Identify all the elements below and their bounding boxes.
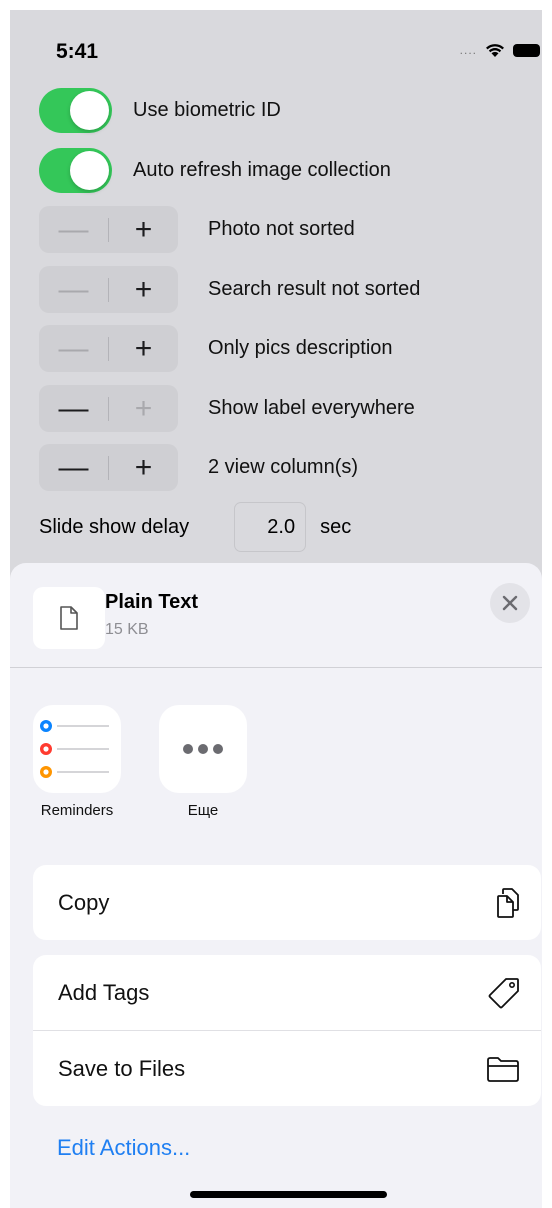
stepper-plus-button[interactable]: + <box>109 444 178 491</box>
tag-icon <box>488 977 519 1008</box>
header-divider <box>10 667 542 668</box>
edit-actions-link[interactable]: Edit Actions... <box>57 1135 190 1161</box>
pics-description-label: Only pics description <box>208 337 393 359</box>
view-columns-stepper: — + <box>39 444 178 491</box>
stepper-minus-button[interactable]: — <box>39 444 108 491</box>
status-icons: .... <box>460 42 540 58</box>
toggle-row-auto-refresh: Auto refresh image collection <box>39 148 391 193</box>
search-sort-stepper: — + <box>39 266 178 313</box>
stepper-row-view-columns: — + 2 view column(s) <box>39 444 358 491</box>
biometric-toggle[interactable] <box>39 88 112 133</box>
close-icon <box>502 595 518 611</box>
more-apps-label: Еще <box>187 802 219 819</box>
stepper-row-search-sort: — + Search result not sorted <box>39 266 420 313</box>
wifi-icon <box>486 44 504 57</box>
slide-show-row: Slide show delay 2.0 sec <box>39 502 351 552</box>
screen: 5:41 .... Use biometric ID Auto refresh … <box>10 10 542 1208</box>
stepper-row-pics-description: — + Only pics description <box>39 325 393 372</box>
slide-show-label: Slide show delay <box>39 515 190 538</box>
reminders-icon <box>40 720 109 778</box>
stepper-row-photo-sort: — + Photo not sorted <box>39 206 355 253</box>
show-label-stepper: — + <box>39 385 178 432</box>
slide-show-delay-input[interactable]: 2.0 <box>234 502 307 552</box>
save-to-files-action[interactable]: Save to Files <box>33 1030 541 1106</box>
copy-icon <box>497 887 519 918</box>
search-sort-label: Search result not sorted <box>208 278 421 300</box>
stepper-row-show-label: — + Show label everywhere <box>39 385 415 432</box>
stepper-minus-button[interactable]: — <box>39 385 108 432</box>
action-group-files: Add Tags Save to Files <box>33 955 541 1106</box>
copy-label: Copy <box>58 889 110 915</box>
auto-refresh-label: Auto refresh image collection <box>133 159 391 181</box>
close-button[interactable] <box>490 583 530 623</box>
view-columns-label: 2 view column(s) <box>208 456 359 478</box>
photo-sort-stepper: — + <box>39 206 178 253</box>
file-size: 15 KB <box>105 621 149 638</box>
toggle-knob <box>70 91 109 130</box>
more-apps-button[interactable] <box>159 705 247 793</box>
biometric-label: Use biometric ID <box>133 99 281 121</box>
document-icon <box>60 606 78 630</box>
file-thumbnail <box>33 587 105 649</box>
stepper-minus-button[interactable]: — <box>39 266 108 313</box>
more-icon <box>183 744 223 754</box>
stepper-minus-button[interactable]: — <box>39 206 108 253</box>
file-title: Plain Text <box>105 591 198 613</box>
toggle-row-biometric: Use biometric ID <box>39 88 281 133</box>
add-tags-action[interactable]: Add Tags <box>33 955 541 1030</box>
photo-sort-label: Photo not sorted <box>208 218 355 240</box>
action-group-copy: Copy <box>33 865 541 940</box>
auto-refresh-toggle[interactable] <box>39 148 112 193</box>
reminders-app-button[interactable] <box>33 705 121 793</box>
signal-dots: .... <box>459 43 477 57</box>
show-label-label: Show label everywhere <box>208 397 415 419</box>
home-indicator <box>190 1191 387 1198</box>
save-to-files-label: Save to Files <box>58 1055 186 1081</box>
stepper-minus-button[interactable]: — <box>39 325 108 372</box>
battery-icon <box>513 43 540 57</box>
copy-action[interactable]: Copy <box>33 865 541 940</box>
folder-icon <box>487 1056 519 1082</box>
slide-show-unit: sec <box>320 515 352 538</box>
add-tags-label: Add Tags <box>58 979 150 1005</box>
reminders-label: Reminders <box>40 802 114 819</box>
status-time: 5:41 <box>56 40 99 63</box>
share-sheet: Plain Text 15 KB Reminders Еще Copy Add … <box>10 563 542 1208</box>
stepper-plus-button[interactable]: + <box>109 385 178 432</box>
toggle-knob <box>70 151 109 190</box>
stepper-plus-button[interactable]: + <box>109 325 178 372</box>
stepper-plus-button[interactable]: + <box>109 266 178 313</box>
pics-description-stepper: — + <box>39 325 178 372</box>
stepper-plus-button[interactable]: + <box>109 206 178 253</box>
